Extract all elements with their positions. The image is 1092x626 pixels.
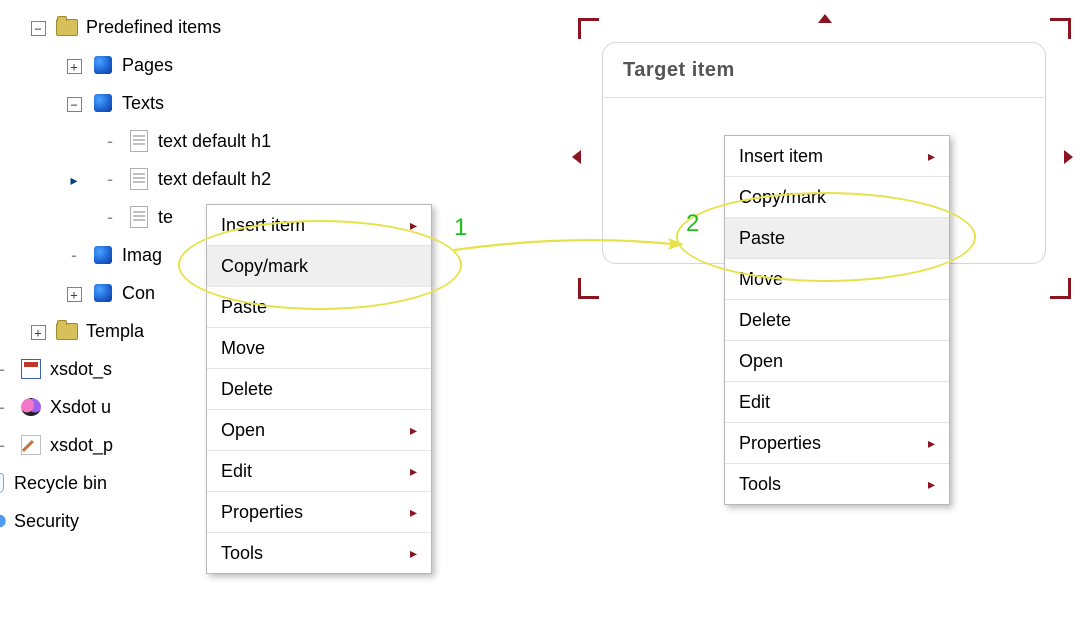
crop-edge-arrow-icon	[572, 150, 581, 164]
tree-node-predefined[interactable]: − Predefined items	[20, 8, 440, 46]
folder-icon	[56, 320, 78, 342]
menu-label: Open	[221, 420, 265, 441]
menu-properties[interactable]: Properties ▸	[207, 491, 431, 532]
tree-label: Predefined items	[86, 17, 221, 38]
menu-label: Open	[739, 351, 783, 372]
crop-edge-arrow-icon	[818, 14, 832, 23]
menu-open[interactable]: Open ▸	[207, 409, 431, 450]
menu-label: Properties	[221, 502, 303, 523]
caret-right-icon: ▸	[70, 172, 77, 188]
leaf-dash-icon: -	[107, 207, 113, 227]
leaf-dash-icon: -	[0, 435, 5, 455]
menu-tools[interactable]: Tools ▸	[725, 463, 949, 504]
menu-label: Delete	[739, 310, 791, 331]
cube-icon	[92, 54, 114, 76]
tree-label: Security	[14, 511, 79, 532]
leaf-dash-icon: -	[71, 245, 77, 265]
menu-label: Tools	[739, 474, 781, 495]
tree-label: Con	[122, 283, 155, 304]
tree-node-pages[interactable]: + Pages	[20, 46, 440, 84]
xsdot-icon	[20, 358, 42, 380]
recycle-bin-icon	[0, 472, 6, 494]
submenu-arrow-icon: ▸	[410, 545, 417, 562]
menu-insert-item[interactable]: Insert item ▸	[725, 136, 949, 176]
leaf-dash-icon: -	[0, 359, 5, 379]
collapse-icon[interactable]: −	[67, 97, 82, 112]
menu-edit[interactable]: Edit ▸	[207, 450, 431, 491]
menu-label: Edit	[739, 392, 770, 413]
menu-label: Properties	[739, 433, 821, 454]
leaf-dash-icon: -	[107, 131, 113, 151]
menu-label: Tools	[221, 543, 263, 564]
submenu-arrow-icon: ▸	[928, 476, 935, 493]
tree-label: Templa	[86, 321, 144, 342]
expand-icon[interactable]: +	[67, 59, 82, 74]
cube-icon	[92, 92, 114, 114]
menu-label: Move	[221, 338, 265, 359]
crop-edge-arrow-icon	[1064, 150, 1073, 164]
submenu-arrow-icon: ▸	[410, 422, 417, 439]
security-icon	[0, 510, 6, 532]
tree-label: text default h2	[158, 169, 271, 190]
menu-open[interactable]: Open	[725, 340, 949, 381]
document-icon	[128, 206, 150, 228]
crop-corner-icon	[578, 18, 599, 39]
menu-delete[interactable]: Delete	[207, 368, 431, 409]
annotation-arrow-icon	[454, 236, 684, 256]
tree-label: te	[158, 207, 173, 228]
crop-corner-icon	[1050, 18, 1071, 39]
tree-label: Texts	[122, 93, 164, 114]
document-icon	[128, 168, 150, 190]
cube-icon	[92, 244, 114, 266]
tree-label: xsdot_s	[50, 359, 112, 380]
menu-properties[interactable]: Properties ▸	[725, 422, 949, 463]
menu-move[interactable]: Move	[207, 327, 431, 368]
tree-label: Recycle bin	[14, 473, 107, 494]
submenu-arrow-icon: ▸	[928, 148, 935, 165]
pencil-icon	[20, 434, 42, 456]
users-icon	[20, 396, 42, 418]
tree-node-text-h2[interactable]: ▸ - text default h2	[20, 160, 440, 198]
annotation-ellipse	[178, 220, 462, 310]
crop-corner-icon	[1050, 278, 1071, 299]
annotation-ellipse	[676, 192, 976, 282]
submenu-arrow-icon: ▸	[410, 504, 417, 521]
leaf-dash-icon: -	[107, 169, 113, 189]
collapse-icon[interactable]: −	[31, 21, 46, 36]
tree-label: Xsdot u	[50, 397, 111, 418]
tree-label: Pages	[122, 55, 173, 76]
tree-label: xsdot_p	[50, 435, 113, 456]
crop-corner-icon	[578, 278, 599, 299]
context-menu-target: Insert item ▸ Copy/mark Paste Move Delet…	[724, 135, 950, 505]
expand-icon[interactable]: +	[31, 325, 46, 340]
menu-label: Insert item	[739, 146, 823, 167]
leaf-dash-icon: -	[0, 397, 5, 417]
menu-label: Edit	[221, 461, 252, 482]
target-item-title: Target item	[603, 43, 1045, 98]
tree-node-texts[interactable]: − Texts	[20, 84, 440, 122]
folder-icon	[56, 16, 78, 38]
submenu-arrow-icon: ▸	[410, 463, 417, 480]
tree-label: text default h1	[158, 131, 271, 152]
submenu-arrow-icon: ▸	[928, 435, 935, 452]
tree-node-text-h1[interactable]: - text default h1	[20, 122, 440, 160]
document-icon	[128, 130, 150, 152]
menu-label: Delete	[221, 379, 273, 400]
annotation-step-2: 2	[686, 210, 699, 238]
menu-edit[interactable]: Edit	[725, 381, 949, 422]
tree-label: Imag	[122, 245, 162, 266]
expand-icon[interactable]: +	[67, 287, 82, 302]
cube-icon	[92, 282, 114, 304]
menu-tools[interactable]: Tools ▸	[207, 532, 431, 573]
menu-delete[interactable]: Delete	[725, 299, 949, 340]
